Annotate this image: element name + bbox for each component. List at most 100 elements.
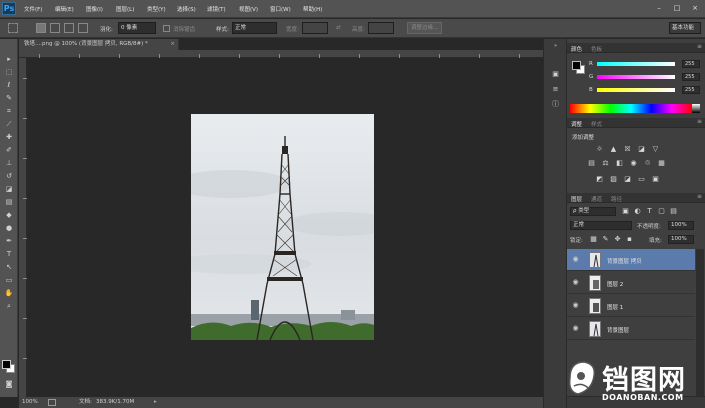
vibrance-adjust-icon[interactable]: ▽ xyxy=(651,145,660,153)
lock-pixels-icon[interactable]: ✎ xyxy=(601,235,610,243)
red-channel-value[interactable]: 255 xyxy=(682,60,700,68)
menu-edit[interactable]: 编辑(E) xyxy=(55,5,74,13)
photo-filter-adjust-icon[interactable]: ◉ xyxy=(629,159,638,167)
eiffel-tower-image[interactable] xyxy=(191,114,374,340)
menu-view[interactable]: 视图(V) xyxy=(239,5,258,13)
status-menu-arrow-icon[interactable]: ▸ xyxy=(154,397,157,408)
blue-channel-slider[interactable] xyxy=(597,88,675,92)
healing-brush-tool-icon[interactable]: ✚ xyxy=(3,132,15,143)
layer-row[interactable]: ◉ 图层 2 xyxy=(567,272,695,294)
zoom-tool-icon[interactable]: ⌕ xyxy=(3,301,15,312)
visibility-eye-icon[interactable]: ◉ xyxy=(571,255,580,264)
color-panel-menu-icon[interactable]: ≡ xyxy=(697,43,702,50)
tab-paths[interactable]: 路径 xyxy=(611,195,622,203)
add-selection-icon[interactable] xyxy=(50,23,60,33)
brightness-adjust-icon[interactable]: ☼ xyxy=(595,145,604,153)
layer-filter-select[interactable]: ρ 类型 xyxy=(570,207,616,216)
opacity-input[interactable]: 100% xyxy=(668,221,694,230)
layer-row[interactable]: ◉ 背景图层 xyxy=(567,318,695,340)
close-window-button[interactable]: × xyxy=(689,3,701,14)
blue-channel-value[interactable]: 255 xyxy=(682,86,700,94)
color-fg-swatch[interactable] xyxy=(572,61,581,70)
threshold-adjust-icon[interactable]: ◪ xyxy=(623,175,632,183)
menu-layer[interactable]: 图层(L) xyxy=(116,5,134,13)
layer-name[interactable]: 图层 2 xyxy=(607,280,623,288)
layer-row[interactable]: ◉ 背景图层 拷贝 xyxy=(567,249,695,271)
color-spectrum-bar[interactable] xyxy=(570,104,692,113)
layer-name[interactable]: 背景图层 xyxy=(607,326,629,334)
exposure-adjust-icon[interactable]: ◪ xyxy=(637,145,646,153)
close-document-icon[interactable]: × xyxy=(170,39,175,50)
menu-filter[interactable]: 滤镜(T) xyxy=(207,5,226,13)
menu-file[interactable]: 文件(F) xyxy=(24,5,42,13)
clone-stamp-tool-icon[interactable]: ⊥ xyxy=(3,158,15,169)
history-brush-tool-icon[interactable]: ↺ xyxy=(3,171,15,182)
lasso-tool-icon[interactable]: ℓ xyxy=(3,80,15,91)
filter-adjustment-icon[interactable]: ◐ xyxy=(633,207,642,215)
lock-all-icon[interactable]: ▪ xyxy=(625,235,634,243)
menu-window[interactable]: 窗口(W) xyxy=(270,5,291,13)
curves-adjust-icon[interactable]: ☒ xyxy=(623,145,632,153)
marquee-preset-icon[interactable] xyxy=(8,23,18,33)
invert-adjust-icon[interactable]: ◩ xyxy=(595,175,604,183)
lock-transparent-icon[interactable]: ▦ xyxy=(589,235,598,243)
foreground-color-swatch[interactable] xyxy=(2,360,11,369)
channel-mixer-adjust-icon[interactable]: ♲ xyxy=(643,159,652,167)
tab-layers[interactable]: 图层 xyxy=(571,195,582,203)
layer-row[interactable]: ◉ 图层 1 xyxy=(567,295,695,317)
info-panel-icon[interactable]: ⓘ xyxy=(550,99,561,109)
menu-help[interactable]: 帮助(H) xyxy=(303,5,322,13)
gradient-map-adjust-icon[interactable]: ▭ xyxy=(637,175,646,183)
menu-type[interactable]: 类型(Y) xyxy=(147,5,166,13)
visibility-eye-icon[interactable]: ◉ xyxy=(571,278,580,287)
tab-color[interactable]: 颜色 xyxy=(571,45,582,53)
marquee-tool-icon[interactable]: ⬚ xyxy=(3,67,15,78)
swap-icon[interactable]: ⇄ xyxy=(336,25,341,31)
menu-image[interactable]: 图像(I) xyxy=(86,5,103,13)
minimize-button[interactable]: – xyxy=(653,3,665,14)
green-channel-value[interactable]: 255 xyxy=(682,73,700,81)
eyedropper-tool-icon[interactable]: ⟋ xyxy=(3,119,15,130)
red-channel-slider[interactable] xyxy=(597,62,675,66)
maximize-button[interactable]: □ xyxy=(671,3,683,14)
color-balance-adjust-icon[interactable]: ⚖ xyxy=(601,159,610,167)
dodge-tool-icon[interactable]: ● xyxy=(3,223,15,234)
selective-color-adjust-icon[interactable]: ▣ xyxy=(651,175,660,183)
quick-mask-icon[interactable]: ◙ xyxy=(3,379,15,390)
levels-adjust-icon[interactable]: ▲ xyxy=(609,145,618,153)
subtract-selection-icon[interactable] xyxy=(64,23,74,33)
color-lookup-adjust-icon[interactable]: ▦ xyxy=(657,159,666,167)
type-tool-icon[interactable]: T xyxy=(3,249,15,260)
lock-position-icon[interactable]: ✥ xyxy=(613,235,622,243)
filter-smart-object-icon[interactable]: ▤ xyxy=(669,207,678,215)
menu-select[interactable]: 选择(S) xyxy=(177,5,196,13)
tab-adjustments[interactable]: 调整 xyxy=(571,120,582,128)
new-selection-icon[interactable] xyxy=(36,23,46,33)
black-white-adjust-icon[interactable]: ◧ xyxy=(615,159,624,167)
feather-input[interactable]: 0 像素 xyxy=(118,22,156,34)
strip-collapse-icon[interactable]: » xyxy=(550,41,561,51)
green-channel-slider[interactable] xyxy=(597,75,675,79)
height-input[interactable] xyxy=(368,22,394,34)
status-info-icon[interactable] xyxy=(48,399,56,406)
quick-select-tool-icon[interactable]: ✎ xyxy=(3,93,15,104)
width-input[interactable] xyxy=(302,22,328,34)
move-tool-icon[interactable]: ▸ xyxy=(3,54,15,65)
black-white-ramp[interactable] xyxy=(692,104,700,113)
blur-tool-icon[interactable]: ◆ xyxy=(3,210,15,221)
adjustments-panel-menu-icon[interactable]: ≡ xyxy=(697,118,702,125)
crop-tool-icon[interactable]: ⌗ xyxy=(3,106,15,117)
layer-name[interactable]: 图层 1 xyxy=(607,303,623,311)
zoom-level[interactable]: 100% xyxy=(22,397,38,408)
brush-tool-icon[interactable]: ✐ xyxy=(3,145,15,156)
document-tab[interactable]: 铁塔....png @ 100% (背景图层 拷贝, RGB/8#) * × xyxy=(19,39,179,50)
filter-type-icon[interactable]: T xyxy=(645,207,654,215)
fill-input[interactable]: 100% xyxy=(668,235,694,244)
hue-saturation-adjust-icon[interactable]: ▤ xyxy=(587,159,596,167)
tab-styles[interactable]: 样式 xyxy=(591,120,602,128)
visibility-eye-icon[interactable]: ◉ xyxy=(571,324,580,333)
layer-name[interactable]: 背景图层 拷贝 xyxy=(607,257,642,265)
antialias-checkbox[interactable] xyxy=(163,25,170,32)
refine-edge-button[interactable]: 调整边缘... xyxy=(407,22,443,34)
blend-mode-select[interactable]: 正常 xyxy=(570,221,632,230)
